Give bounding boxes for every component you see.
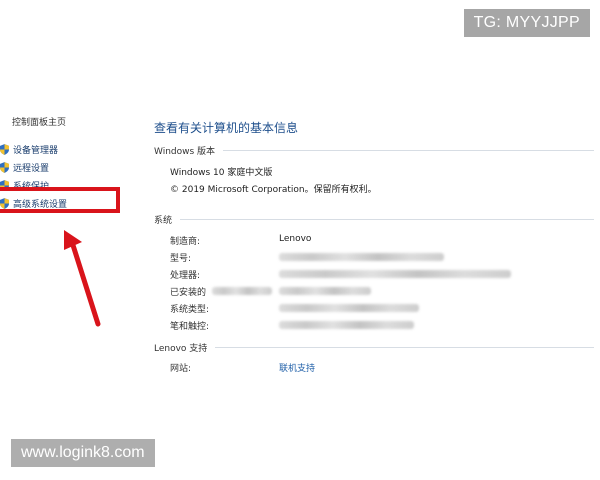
- sidebar-item-label: 设备管理器: [13, 145, 59, 156]
- page-title: 查看有关计算机的基本信息: [154, 121, 299, 135]
- sidebar-item-label: 远程设置: [13, 163, 50, 174]
- online-support-link[interactable]: 联机支持: [279, 361, 315, 374]
- section-system: 系统: [154, 213, 594, 226]
- blurred-memory-label: [212, 287, 272, 295]
- shield-icon: [0, 161, 9, 173]
- section-header: 系统: [154, 216, 173, 226]
- arrow-up-icon: [64, 230, 101, 327]
- section-windows-edition: Windows 版本: [154, 144, 594, 157]
- sidebar-item-remote-settings[interactable]: 远程设置: [0, 158, 67, 176]
- sidebar-item-device-manager[interactable]: 设备管理器: [0, 140, 67, 158]
- manufacturer-label: 制造商:: [170, 237, 201, 247]
- shield-icon: [0, 143, 9, 155]
- blurred-processor-value: [279, 270, 511, 278]
- blurred-memory-value: [279, 287, 371, 295]
- highlight-box: [0, 187, 120, 213]
- system-info-window: TG: MYYJJPP www.logink8.com 控制面板主页 设备管理器…: [0, 0, 600, 480]
- section-header: Windows 版本: [154, 147, 216, 157]
- section-divider: [223, 150, 594, 151]
- blurred-system-type-value: [279, 304, 419, 312]
- processor-label: 处理器:: [170, 271, 201, 281]
- section-divider: [180, 219, 594, 220]
- model-label: 型号:: [170, 254, 192, 264]
- pen-touch-label: 笔和触控:: [170, 322, 210, 332]
- control-panel-home-link[interactable]: 控制面板主页: [12, 115, 66, 128]
- manufacturer-value: Lenovo: [279, 234, 312, 244]
- installed-memory-label: 已安装的: [170, 288, 207, 298]
- section-header: Lenovo 支持: [154, 344, 208, 354]
- watermark-bottom: www.logink8.com: [11, 439, 155, 467]
- blurred-model-value: [279, 253, 444, 261]
- copyright-text: © 2019 Microsoft Corporation。保留所有权利。: [170, 185, 377, 195]
- section-divider: [215, 347, 594, 348]
- website-label: 网站:: [170, 364, 192, 374]
- watermark-top: TG: MYYJJPP: [463, 9, 590, 37]
- section-lenovo-support: Lenovo 支持: [154, 341, 594, 354]
- blurred-pen-touch-value: [279, 321, 414, 329]
- system-type-label: 系统类型:: [170, 305, 210, 315]
- windows-edition-text: Windows 10 家庭中文版: [170, 168, 273, 178]
